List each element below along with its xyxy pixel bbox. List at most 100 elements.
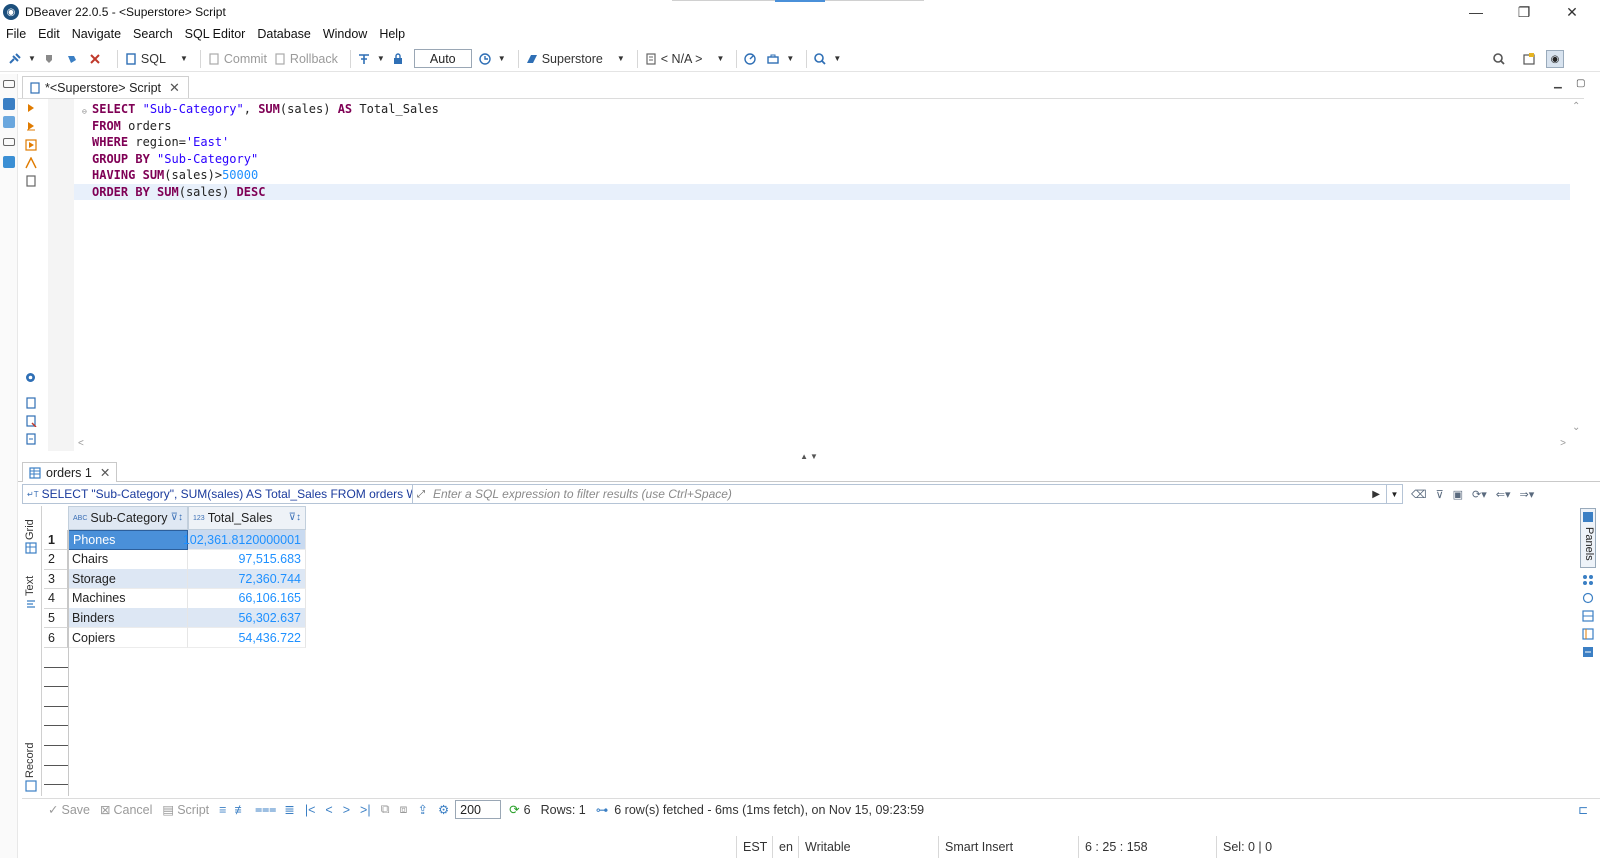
disconnect-button[interactable] [88,52,105,66]
execute-new-tab-icon[interactable] [25,139,37,151]
new-connection-button[interactable]: ▼ [8,52,36,66]
filter-history-dropdown[interactable]: ▼ [1387,484,1403,504]
record-view-tab[interactable]: Record [24,743,36,778]
lock-button[interactable] [391,52,408,66]
menu-database[interactable]: Database [257,27,311,41]
cancel-button[interactable]: ⊠ Cancel [100,802,152,818]
forward-icon[interactable]: ⇒▾ [1520,488,1535,501]
maximize-view-icon[interactable]: ▢ [1576,78,1590,90]
execute-script-icon[interactable] [26,121,36,131]
dbeaver-perspective-button[interactable]: ◉ [1546,46,1564,72]
cell-sub-category[interactable]: Phones [68,530,188,550]
load-script-icon[interactable] [25,175,37,187]
scroll-left-icon[interactable]: < [78,438,84,449]
fetch-size-input[interactable]: 200 [455,800,502,819]
cell-sub-category[interactable]: Chairs [68,549,188,570]
save-filter-icon[interactable]: ▣ [1453,488,1463,501]
execute-statement-icon[interactable] [26,103,36,113]
menu-window[interactable]: Window [323,27,367,41]
search-tools-button[interactable]: ▼ [813,52,841,66]
previous-page-icon[interactable]: < [325,803,332,817]
column-header-total-sales[interactable]: 123 Total_Sales ⊽↕ [188,506,306,530]
cell-total-sales[interactable]: 102,361.8120000001 [183,530,306,550]
grouping-panel-icon[interactable] [1582,610,1594,622]
cell-sub-category[interactable]: Machines [68,588,188,609]
cell-sub-category[interactable]: Storage [68,569,188,590]
restore-view-icon[interactable] [3,80,15,88]
copy-row-icon[interactable]: ⩶ [255,802,276,817]
menu-sql-editor[interactable]: SQL Editor [185,27,246,41]
invalidate-button[interactable] [65,52,82,66]
code-line[interactable]: FROM orders [74,118,1570,135]
cell-total-sales[interactable]: 72,360.744 [188,569,306,590]
gear-icon[interactable] [24,371,37,384]
code-line[interactable]: HAVING SUM(sales)>50000 [74,167,1570,184]
row-number[interactable]: 3 [44,569,68,590]
last-page-icon[interactable]: >| [360,803,371,817]
code-line[interactable]: WHERE region='East' [74,134,1570,151]
text-view-icon[interactable] [25,598,37,610]
erase-filter-icon[interactable]: ⌫ [1411,488,1427,501]
filter-input[interactable]: ⤢ Enter a SQL expression to filter resul… [412,484,1387,504]
scroll-down-icon[interactable]: ⌄ [1572,422,1580,433]
filter-settings-icon[interactable]: ⊽ [1436,488,1444,501]
value-panel-icon[interactable] [1582,574,1594,586]
splitter-up-icon[interactable]: ▲ [800,452,808,461]
references-panel-icon[interactable] [1582,646,1594,658]
dashboard-button[interactable] [743,52,760,66]
fetch-next-icon[interactable]: ⧉ [381,802,390,817]
grid-view-tab[interactable]: Grid [24,519,36,540]
row-number[interactable]: 2 [44,549,68,570]
menu-file[interactable]: File [6,27,26,41]
rollback-button[interactable]: Rollback [273,52,338,66]
splitter-down-icon[interactable]: ▼ [810,452,818,461]
sort-filter-icon[interactable]: ⊽↕ [289,512,301,523]
editor-vertical-scrollbar[interactable]: ⌃ ⌄ [1570,99,1584,439]
open-perspective-button[interactable] [1522,46,1536,72]
editor-horizontal-scrollbar[interactable]: < > [74,438,1570,450]
cell-total-sales[interactable]: 97,515.683 [188,549,306,570]
back-icon[interactable]: ⇐▾ [1496,488,1511,501]
sql-editor-button[interactable]: SQL ▼ [124,52,188,66]
sort-filter-icon[interactable]: ⊽↕ [171,512,183,523]
cell-sub-category[interactable]: Copiers [68,628,188,648]
menu-navigate[interactable]: Navigate [72,27,121,41]
column-header-sub-category[interactable]: ABC Sub-Category ⊽↕ [68,506,188,530]
export-icon[interactable]: ⇪ [417,802,427,817]
tab-orders-1[interactable]: orders 1 ✕ [22,462,118,482]
connect-button[interactable] [42,52,59,66]
close-tab-icon[interactable]: ✕ [169,80,180,96]
record-icon[interactable] [25,780,37,792]
row-number[interactable]: 4 [44,588,68,609]
delete-row-icon[interactable]: ≣ [284,802,294,817]
code-line[interactable]: ⊖ SELECT "Sub-Category", SUM(sales) AS To… [74,101,1570,118]
save-button[interactable]: ✓ Save [48,802,90,818]
scroll-right-icon[interactable]: > [1560,438,1566,449]
tab-superstore-script[interactable]: *<Superstore> Script ✕ [22,76,189,98]
apply-filter-icon[interactable]: ▶ [1372,489,1380,500]
grid-icon[interactable] [25,542,37,554]
minimize-view-icon[interactable]: ▁ [1554,78,1568,90]
text-view-tab[interactable]: Text [24,576,36,596]
row-number[interactable]: 5 [44,608,68,629]
explain-plan-icon[interactable] [25,157,37,169]
editor-results-splitter[interactable]: ▲ ▼ [18,450,1600,462]
code-line[interactable]: GROUP BY "Sub-Category" [74,151,1570,168]
outline-view-icon[interactable] [3,156,15,168]
global-search-button[interactable] [1492,46,1506,72]
transaction-log-button[interactable]: ▼ [478,52,506,66]
schema-selector[interactable]: < N/A > ▼ [644,52,724,66]
minimize-button[interactable]: — [1452,0,1500,24]
panels-restore-icon[interactable]: ⊏ [1578,803,1592,817]
calc-panel-icon[interactable] [1582,628,1594,640]
expand-filter-icon[interactable]: ⤢ [417,489,425,500]
refresh-button[interactable]: ⟳ 6 [509,802,530,818]
new-script-icon[interactable] [25,397,37,409]
script-button[interactable]: ▤ Script [162,802,209,818]
tools-button[interactable]: ▼ [766,52,794,66]
database-navigator-icon[interactable] [3,98,15,110]
add-row-icon[interactable]: ≢ [234,803,247,817]
menu-edit[interactable]: Edit [38,27,60,41]
fetch-all-icon[interactable]: ⧈ [400,802,408,817]
menu-search[interactable]: Search [133,27,173,41]
